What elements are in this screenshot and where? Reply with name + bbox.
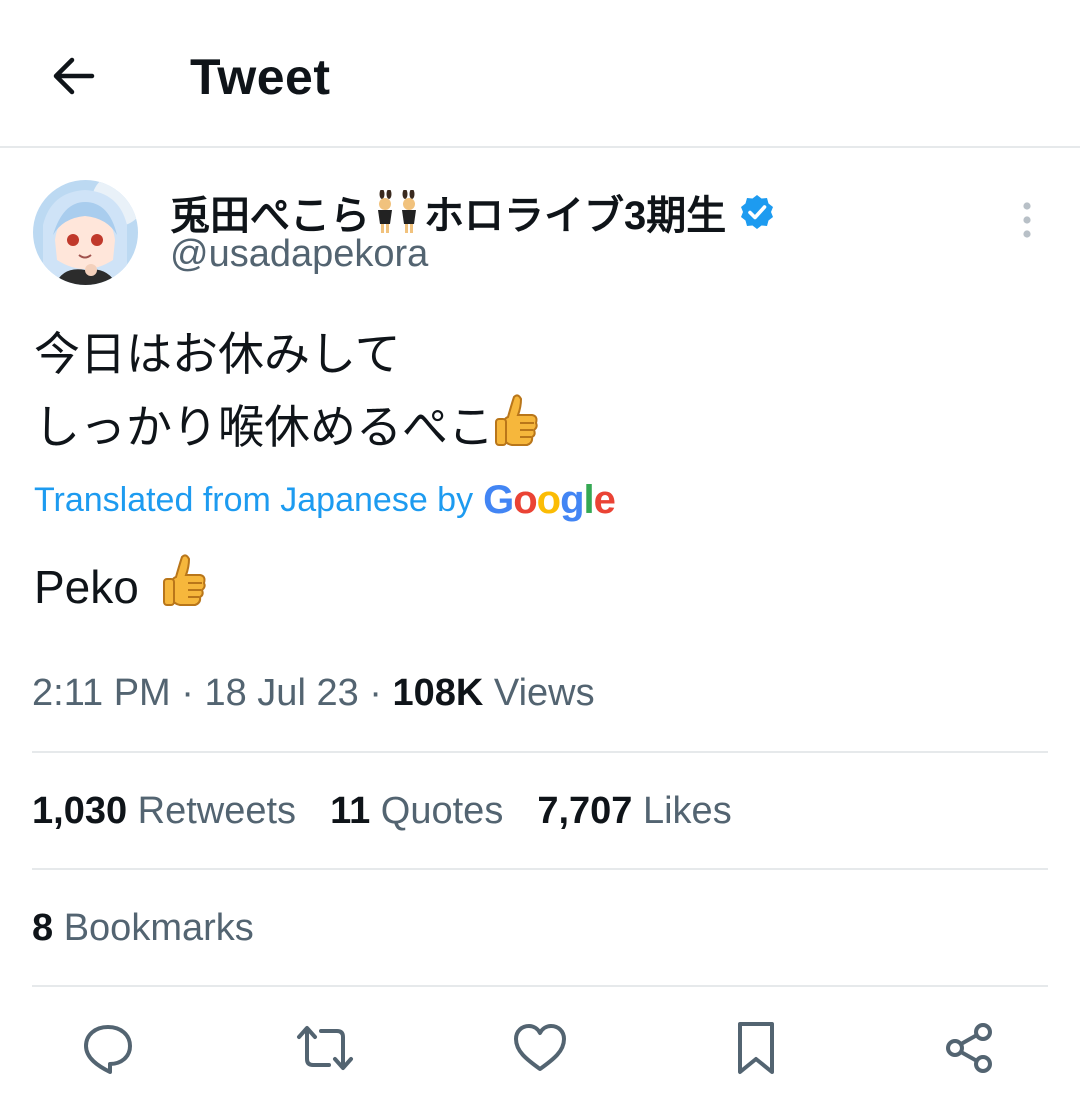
separator-dot: ·	[181, 672, 205, 714]
retweets-stat[interactable]: 1,030 Retweets	[32, 790, 296, 833]
tweet-date[interactable]: 18 Jul 23	[204, 672, 358, 714]
divider	[32, 751, 1048, 753]
bookmarks-stat[interactable]: 8 Bookmarks	[32, 907, 254, 950]
thumbs-up-emoji-icon	[495, 394, 538, 446]
top-bar: Tweet	[0, 0, 1080, 148]
tweet-text: 今日はお休みして しっかり喉休めるぺこ	[34, 318, 540, 464]
views-label: Views	[493, 672, 595, 714]
tweet-meta: 2:11 PM · 18 Jul 23 · 108K Views	[32, 672, 595, 715]
translated-text: Peko	[34, 553, 208, 615]
google-logo: Google	[483, 478, 616, 522]
display-name-suffix: ホロライブ3期生	[424, 194, 727, 238]
retweets-count: 1,030	[32, 790, 128, 832]
heart-icon	[514, 1024, 566, 1071]
engagement-stats: 1,030 Retweets 11 Quotes 7,707 Likes	[32, 790, 766, 833]
quotes-count: 11	[330, 790, 371, 832]
arrow-left-icon	[53, 57, 95, 95]
share-icon	[946, 1023, 992, 1073]
reply-button[interactable]	[78, 1018, 138, 1078]
separator-dot: ·	[369, 672, 393, 714]
bookmark-icon	[738, 1022, 774, 1074]
bookmark-button[interactable]	[726, 1018, 786, 1078]
translation-attribution[interactable]: Translated from Japanese by Google	[34, 478, 616, 523]
divider	[32, 985, 1048, 987]
like-button[interactable]	[510, 1018, 570, 1078]
reply-icon	[84, 1025, 132, 1074]
quotes-label: Quotes	[380, 790, 504, 832]
back-button[interactable]	[48, 50, 100, 102]
bookmarks-label: Bookmarks	[63, 907, 254, 949]
translated-text-content: Peko	[34, 561, 139, 613]
likes-stat[interactable]: 7,707 Likes	[537, 790, 731, 833]
share-button[interactable]	[940, 1018, 1000, 1078]
retweet-button[interactable]	[295, 1018, 355, 1078]
quotes-stat[interactable]: 11 Quotes	[330, 790, 503, 833]
tweet-time[interactable]: 2:11 PM	[32, 672, 171, 714]
page-title: Tweet	[190, 49, 331, 105]
views-count: 108K	[392, 672, 484, 714]
verified-badge-icon	[741, 195, 774, 229]
more-vertical-icon	[1023, 202, 1031, 238]
divider	[32, 868, 1048, 870]
tweet-line-1: 今日はお休みして	[34, 328, 401, 380]
bookmarks-count: 8	[32, 907, 54, 949]
tweet-line-2-text: しっかり喉休めるぺこ	[34, 401, 494, 453]
likes-label: Likes	[642, 790, 732, 832]
more-options-button[interactable]	[1010, 200, 1044, 244]
avatar[interactable]	[33, 180, 138, 285]
retweet-icon	[297, 1026, 353, 1070]
user-handle[interactable]: @usadapekora	[170, 233, 428, 276]
likes-count: 7,707	[537, 790, 633, 832]
translated-label: Translated from Japanese by	[34, 481, 474, 519]
tweet-line-2: しっかり喉休めるぺこ	[34, 391, 540, 464]
bunny-girls-emoji-icon	[378, 190, 416, 233]
retweets-label: Retweets	[137, 790, 297, 832]
thumbs-up-emoji-icon	[162, 554, 206, 606]
